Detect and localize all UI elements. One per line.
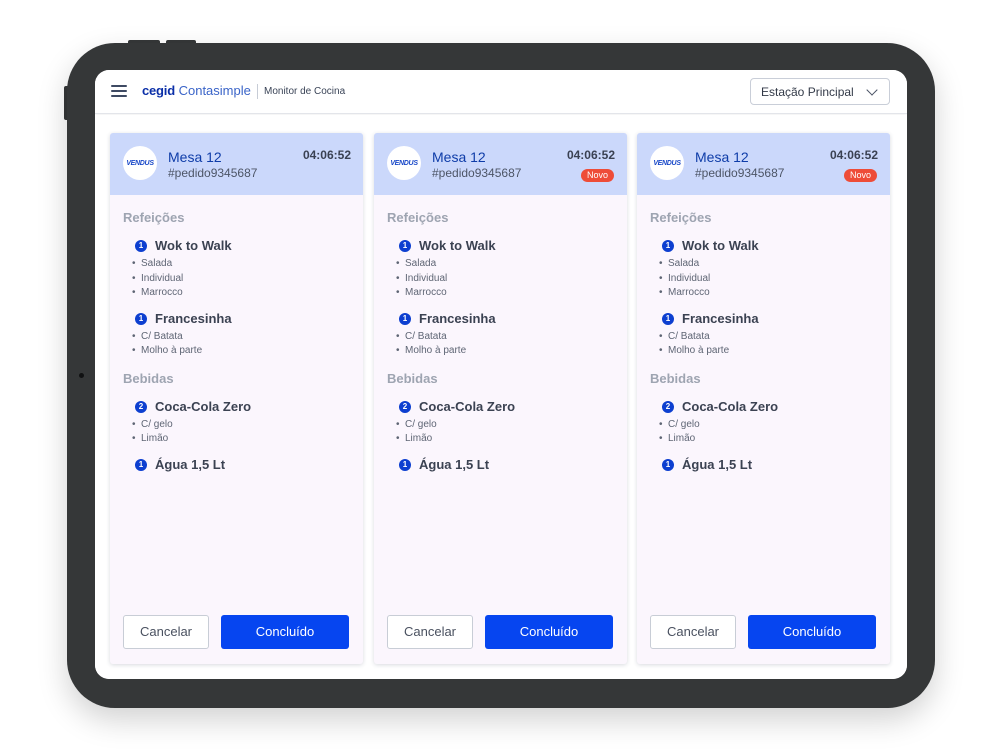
item-name: Coca-Cola Zero [419, 398, 516, 414]
quantity-badge: 1 [662, 312, 674, 325]
quantity-badge: 2 [135, 400, 147, 413]
vendus-logo-text: VENDUS [653, 159, 681, 167]
chevron-down-icon [866, 84, 878, 96]
tablet-screen: cegid Contasimple Monitor de Cocina Esta… [95, 70, 907, 679]
station-select-value: Estação Principal [761, 85, 854, 99]
complete-button[interactable]: Concluído [748, 615, 876, 649]
section-title: Bebidas [650, 370, 701, 386]
section-title: Refeições [123, 210, 185, 225]
order-timer: 04:06:52 [566, 148, 615, 162]
table-name: Mesa 12 [168, 149, 222, 165]
new-badge: Novo [580, 169, 614, 182]
item-name: Francesinha [155, 310, 232, 326]
cancel-button[interactable]: Cancelar [650, 615, 736, 649]
quantity-badge: 1 [135, 458, 147, 471]
module-title: Monitor de Cocina [264, 86, 346, 97]
cancel-button[interactable]: Cancelar [123, 615, 209, 649]
item-modifier: C/ gelo [396, 419, 437, 431]
order-card-header: VENDUS Mesa 12 #pedido9345687 04:06:52 N… [637, 133, 890, 195]
order-id: #pedido9345687 [168, 166, 258, 180]
item-name: Coca-Cola Zero [682, 398, 779, 414]
item-name: Água 1,5 Lt [155, 456, 226, 472]
brand-product: Contasimple [178, 83, 251, 98]
quantity-badge: 2 [399, 400, 411, 413]
table-name: Mesa 12 [432, 149, 486, 165]
section-title: Bebidas [123, 370, 174, 386]
order-id: #pedido9345687 [432, 166, 522, 180]
item-name: Água 1,5 Lt [682, 456, 753, 472]
item-modifier: Salada [659, 258, 699, 270]
brand-logo: cegid Contasimple [142, 83, 251, 99]
vendus-logo: VENDUS [123, 146, 157, 180]
quantity-badge: 1 [662, 458, 674, 471]
order-card: VENDUS Mesa 12 #pedido9345687 04:06:52 R… [110, 133, 363, 664]
section-title: Refeições [650, 210, 712, 225]
item-modifier: Marrocco [132, 287, 183, 299]
complete-button[interactable]: Concluído [221, 615, 349, 649]
item-name: Francesinha [682, 310, 759, 326]
section-title: Refeições [387, 210, 449, 225]
quantity-badge: 1 [399, 240, 411, 252]
station-select[interactable]: Estação Principal [750, 78, 890, 105]
quantity-badge: 1 [135, 312, 147, 325]
vendus-logo-text: VENDUS [390, 159, 418, 167]
item-modifier: Limão [132, 433, 168, 445]
item-name: Wok to Walk [419, 238, 496, 253]
item-modifier: C/ gelo [132, 419, 173, 431]
top-bar: cegid Contasimple Monitor de Cocina Esta… [95, 70, 907, 114]
new-badge: Novo [843, 169, 877, 182]
item-modifier: Salada [396, 258, 436, 270]
quantity-badge: 1 [399, 458, 411, 471]
item-modifier: Limão [659, 433, 695, 445]
order-card-header: VENDUS Mesa 12 #pedido9345687 04:06:52 N… [374, 133, 627, 195]
vendus-logo-text: VENDUS [126, 159, 154, 167]
order-card-header: VENDUS Mesa 12 #pedido9345687 04:06:52 [110, 133, 363, 195]
item-name: Francesinha [419, 310, 496, 326]
tablet-camera [79, 373, 84, 378]
item-modifier: Molho à parte [132, 345, 202, 357]
quantity-badge: 1 [662, 240, 674, 252]
brand-name: cegid [142, 83, 175, 98]
order-card: VENDUS Mesa 12 #pedido9345687 04:06:52 N… [374, 133, 627, 664]
order-id: #pedido9345687 [695, 166, 785, 180]
item-modifier: C/ Batata [132, 331, 183, 343]
order-timer: 04:06:52 [302, 148, 351, 162]
order-timer: 04:06:52 [829, 148, 878, 162]
item-modifier: Individual [396, 273, 447, 285]
item-modifier: Individual [132, 273, 183, 285]
item-name: Água 1,5 Lt [419, 456, 490, 472]
complete-button[interactable]: Concluído [485, 615, 613, 649]
item-modifier: C/ Batata [659, 331, 710, 343]
cancel-button[interactable]: Cancelar [387, 615, 473, 649]
item-modifier: C/ Batata [396, 331, 447, 343]
item-modifier: C/ gelo [659, 419, 700, 431]
item-modifier: Marrocco [659, 287, 710, 299]
vendus-logo: VENDUS [650, 146, 684, 180]
header-divider [257, 84, 258, 99]
item-modifier: Individual [659, 273, 710, 285]
item-modifier: Limão [396, 433, 432, 445]
vendus-logo: VENDUS [387, 146, 421, 180]
item-name: Wok to Walk [155, 238, 232, 253]
orders-board: VENDUS Mesa 12 #pedido9345687 04:06:52 R… [95, 115, 907, 679]
quantity-badge: 1 [399, 312, 411, 325]
item-modifier: Salada [132, 258, 172, 270]
item-name: Wok to Walk [682, 238, 759, 253]
item-modifier: Marrocco [396, 287, 447, 299]
quantity-badge: 1 [135, 240, 147, 252]
item-modifier: Molho à parte [659, 345, 729, 357]
order-card: VENDUS Mesa 12 #pedido9345687 04:06:52 N… [637, 133, 890, 664]
section-title: Bebidas [387, 370, 438, 386]
hamburger-menu-icon[interactable] [111, 85, 127, 97]
item-modifier: Molho à parte [396, 345, 466, 357]
quantity-badge: 2 [662, 400, 674, 413]
item-name: Coca-Cola Zero [155, 398, 252, 414]
table-name: Mesa 12 [695, 149, 749, 165]
